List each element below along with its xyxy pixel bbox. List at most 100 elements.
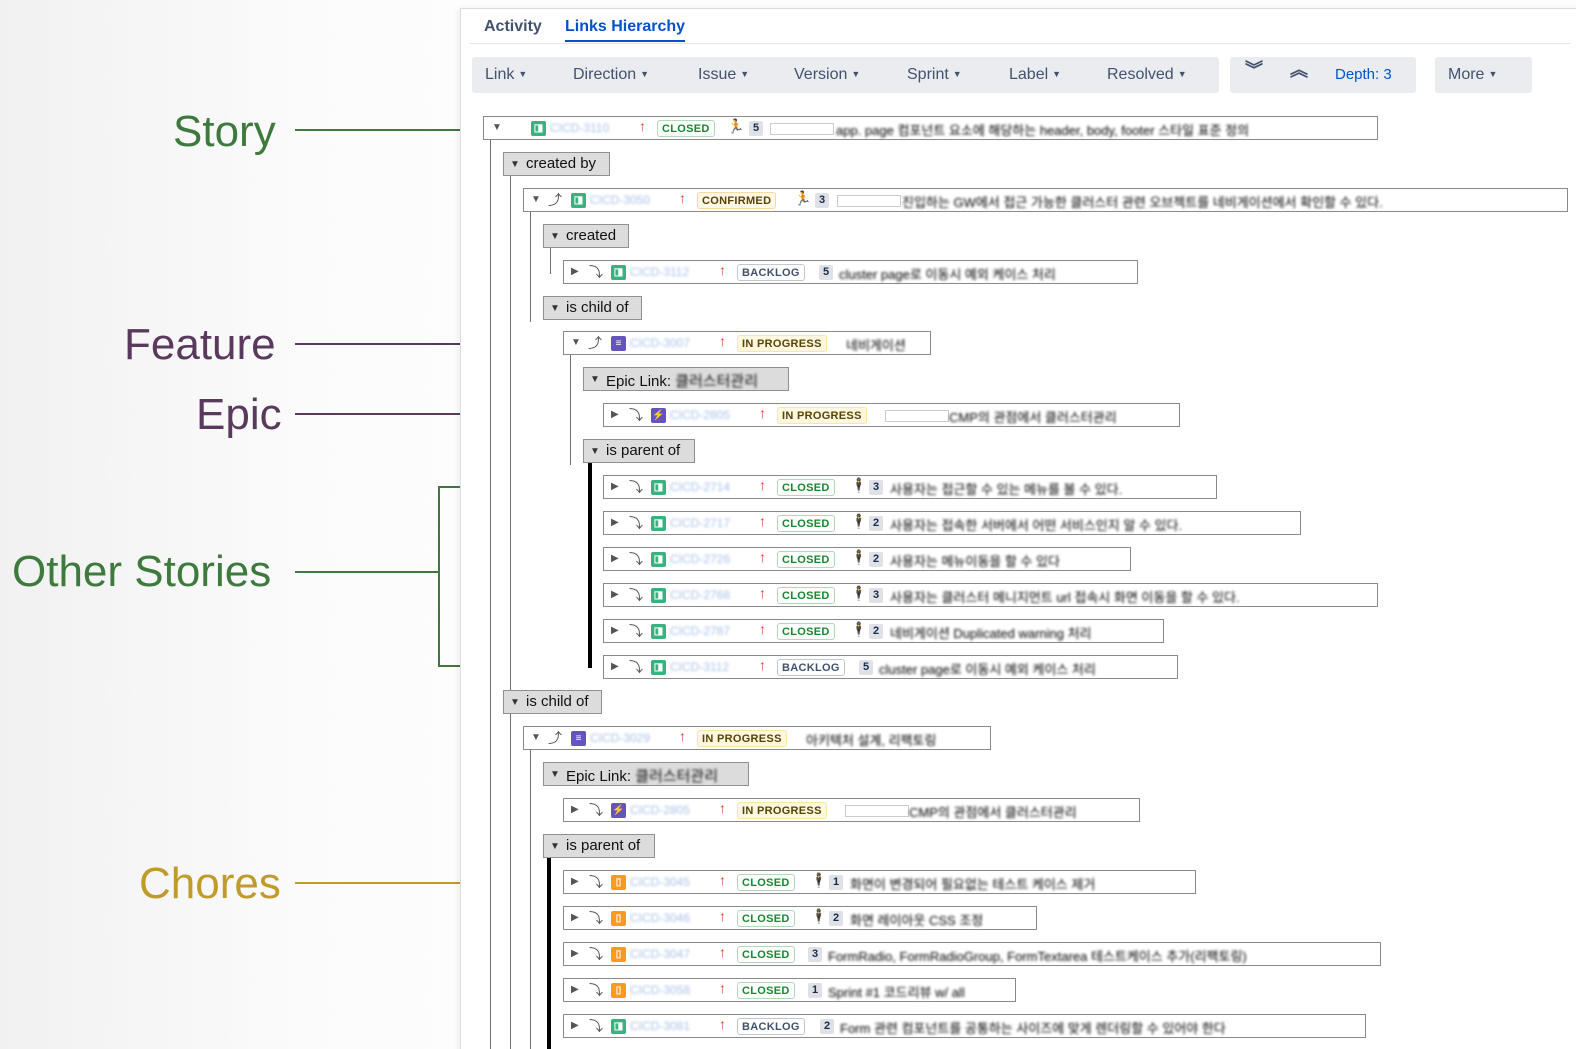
tab-links-hierarchy[interactable]: Links Hierarchy [565, 18, 686, 42]
issue-row[interactable]: ▶ ⤵ ◨ CICD-3112 ↑ BACKLOG 5 cluster page… [563, 260, 1138, 284]
link-group-header[interactable]: ▼ is child of [543, 296, 642, 320]
expand-toggle-icon[interactable]: ▶ [571, 912, 579, 923]
tree-line [588, 463, 592, 668]
issue-key[interactable]: CICD-3007 [630, 336, 690, 350]
filter-issue[interactable]: Issue ▼ [698, 66, 749, 84]
issue-summary[interactable]: Form 관련 컴포넌트를 공통하는 사이즈에 맞게 렌더링할 수 있어야 한다 [840, 1018, 1226, 1037]
issue-key[interactable]: CICD-3081 [630, 1019, 690, 1033]
double-chevron-down-icon[interactable]: ︾ [1245, 62, 1263, 80]
link-down-icon: ⤵ [589, 802, 603, 818]
expand-toggle-icon[interactable]: ▶ [611, 481, 619, 492]
issue-summary[interactable]: 네비게이션 [846, 335, 906, 354]
collapse-toggle-icon[interactable]: ▼ [492, 122, 502, 133]
issue-row[interactable]: ▶ ⤵ ◨ CICD-3112 ↑ BACKLOG 5 cluster page… [603, 655, 1178, 679]
issue-key[interactable]: CICD-3047 [630, 947, 690, 961]
issue-key[interactable]: CICD-2805 [670, 408, 730, 422]
expand-toggle-icon[interactable]: ▶ [611, 409, 619, 420]
issue-row[interactable]: ▶ ⤵ ◨ CICD-2768 ↑ CLOSED 🕴 3 사용자는 클러스터 메… [603, 583, 1378, 607]
expand-toggle-icon[interactable]: ▶ [611, 661, 619, 672]
issue-summary[interactable]: cluster page로 이동시 예외 케이스 처리 [879, 659, 1096, 678]
issue-key[interactable]: CICD-2726 [670, 552, 730, 566]
link-group-header[interactable]: ▼ Epic Link: 클러스터관리 [583, 367, 789, 391]
issue-row-chore[interactable]: ▶ ⤵ ▯ CICD-3046 ↑ CLOSED 🕴 2 화면 레이아웃 CSS… [563, 906, 1037, 930]
issue-row[interactable]: ▶ ⤵ ◨ CICD-3081 ↑ BACKLOG 2 Form 관련 컴포넌트… [563, 1014, 1366, 1038]
issue-summary[interactable]: 화면이 변경되어 필요없는 테스트 케이스 제거 [850, 874, 1095, 893]
issue-row-story[interactable]: ▼ ◨ CICD-3110 ↑ CLOSED 🏃 5 app. page 컴포넌… [483, 116, 1378, 140]
issue-row-chore[interactable]: ▶ ⤵ ▯ CICD-3045 ↑ CLOSED 🕴 1 화면이 변경되어 필요… [563, 870, 1196, 894]
issue-key[interactable]: CICD-3058 [630, 983, 690, 997]
issue-key[interactable]: CICD-3046 [630, 911, 690, 925]
issue-summary[interactable]: 사용자는 접속한 서버에서 어떤 서비스인지 알 수 있다. [890, 515, 1182, 534]
expand-toggle-icon[interactable]: ▶ [611, 553, 619, 564]
story-icon: ◨ [611, 1019, 626, 1034]
expand-toggle-icon[interactable]: ▶ [571, 984, 579, 995]
link-group-header[interactable]: ▼ is parent of [583, 439, 695, 463]
issue-key[interactable]: CICD-2768 [670, 588, 730, 602]
tree-line [530, 212, 531, 322]
story-points: 1 [808, 983, 822, 998]
issue-row[interactable]: ▶ ⤵ ◨ CICD-2787 ↑ CLOSED 🕴 2 네비게이션 Dupli… [603, 619, 1164, 643]
issue-key[interactable]: CICD-3050 [590, 193, 650, 207]
issue-summary[interactable]: 화면 레이아웃 CSS 조정 [850, 910, 983, 929]
issue-summary[interactable]: 네비게이션 Duplicated warning 처리 [890, 623, 1092, 642]
issue-row[interactable]: ▶ ⤵ ◨ CICD-2714 ↑ CLOSED 🕴 3 사용자는 접근할 수 … [603, 475, 1217, 499]
issue-summary[interactable]: 사용자는 접근할 수 있는 메뉴를 볼 수 있다. [890, 479, 1122, 498]
issue-summary[interactable]: Sprint #1 코드리뷰 w/ all [828, 982, 965, 1001]
issue-key[interactable]: CICD-3112 [630, 265, 689, 279]
issue-key[interactable]: CICD-3029 [590, 731, 650, 745]
filter-resolved[interactable]: Resolved ▼ [1107, 66, 1187, 84]
expand-toggle-icon[interactable]: ▶ [611, 625, 619, 636]
issue-summary[interactable]: FormRadio, FormRadioGroup, FormTextarea … [828, 946, 1247, 965]
issue-summary[interactable]: 사용자는 메뉴이동을 할 수 있다 [890, 551, 1060, 570]
issue-row[interactable]: ▶ ⤵ ◨ CICD-2717 ↑ CLOSED 🕴 2 사용자는 접속한 서버… [603, 511, 1301, 535]
collapse-toggle-icon[interactable]: ▼ [571, 337, 581, 348]
issue-row-feature[interactable]: ▼ ⤴ ≡ CICD-3029 ↑ IN PROGRESS 아키텍처 설계, 리… [523, 726, 991, 750]
issue-summary[interactable]: 아키텍처 설계, 리팩토링 [806, 730, 936, 749]
issue-row-epic[interactable]: ▶ ⤵ ⚡ CICD-2805 ↑ IN PROGRESS CMP의 관점에서 … [603, 403, 1180, 427]
link-group-header[interactable]: ▼ created [543, 224, 629, 248]
tree-line [547, 858, 551, 1049]
issue-summary[interactable]: CMP의 관점에서 클러스터관리 [949, 407, 1117, 426]
tab-activity[interactable]: Activity [484, 18, 542, 36]
issue-summary[interactable]: cluster page로 이동시 예외 케이스 처리 [839, 264, 1056, 283]
filter-direction[interactable]: Direction ▼ [573, 66, 649, 84]
depth-selector[interactable]: Depth: 3 [1335, 66, 1392, 83]
expand-toggle-icon[interactable]: ▶ [571, 1020, 579, 1031]
filter-link[interactable]: Link ▼ [485, 66, 527, 84]
issue-key[interactable]: CICD-3112 [670, 660, 729, 674]
expand-toggle-icon[interactable]: ▶ [571, 804, 579, 815]
expand-toggle-icon[interactable]: ▶ [611, 589, 619, 600]
issue-key[interactable]: CICD-3045 [630, 875, 690, 889]
issue-row[interactable]: ▼ ⤴ ◨ CICD-3050 ↑ CONFIRMED 🏃 3 진입하는 GW에… [523, 188, 1568, 212]
issue-row-chore[interactable]: ▶ ⤵ ▯ CICD-3058 ↑ CLOSED 1 Sprint #1 코드리… [563, 978, 1016, 1002]
issue-summary[interactable]: 사용자는 클러스터 메니지먼트 url 접속시 화면 이동을 할 수 있다. [890, 587, 1240, 606]
expand-toggle-icon[interactable]: ▶ [571, 266, 579, 277]
link-group-header[interactable]: ▼ is parent of [543, 834, 655, 858]
issue-row-feature[interactable]: ▼ ⤴ ≡ CICD-3007 ↑ IN PROGRESS 네비게이션 [563, 331, 931, 355]
issue-summary[interactable]: CMP의 관점에서 클러스터관리 [909, 802, 1077, 821]
issue-row[interactable]: ▶ ⤵ ◨ CICD-2726 ↑ CLOSED 🕴 2 사용자는 메뉴이동을 … [603, 547, 1131, 571]
link-group-header[interactable]: ▼ Epic Link: 클러스터관리 [543, 762, 749, 786]
issue-key[interactable]: CICD-2787 [670, 624, 730, 638]
issue-key[interactable]: CICD-2805 [630, 803, 690, 817]
issue-key[interactable]: CICD-2717 [670, 516, 730, 530]
issue-row-chore[interactable]: ▶ ⤵ ▯ CICD-3047 ↑ CLOSED 3 FormRadio, Fo… [563, 942, 1381, 966]
issue-summary[interactable]: app. page 컴포넌트 요소에 해당하는 header, body, fo… [836, 120, 1249, 139]
issue-summary[interactable]: 진입하는 GW에서 접근 가능한 클러스터 관련 오브젝트를 네비게이션에서 확… [902, 192, 1383, 211]
link-down-icon: ⤵ [629, 407, 643, 423]
link-group-header[interactable]: ▼ is child of [503, 690, 602, 714]
issue-key[interactable]: CICD-3110 [550, 121, 609, 135]
filter-version[interactable]: Version ▼ [794, 66, 860, 84]
more-menu[interactable]: More ▼ [1448, 66, 1497, 84]
expand-toggle-icon[interactable]: ▶ [611, 517, 619, 528]
expand-toggle-icon[interactable]: ▶ [571, 948, 579, 959]
expand-toggle-icon[interactable]: ▶ [571, 876, 579, 887]
issue-key[interactable]: CICD-2714 [670, 480, 730, 494]
link-group-header[interactable]: ▼ created by [503, 152, 610, 176]
collapse-toggle-icon[interactable]: ▼ [531, 194, 541, 205]
collapse-toggle-icon[interactable]: ▼ [531, 732, 541, 743]
double-chevron-up-icon[interactable]: ︽ [1290, 62, 1308, 80]
filter-label[interactable]: Label ▼ [1009, 66, 1061, 84]
issue-row-epic[interactable]: ▶ ⤵ ⚡ CICD-2805 ↑ IN PROGRESS CMP의 관점에서 … [563, 798, 1140, 822]
filter-sprint[interactable]: Sprint ▼ [907, 66, 962, 84]
